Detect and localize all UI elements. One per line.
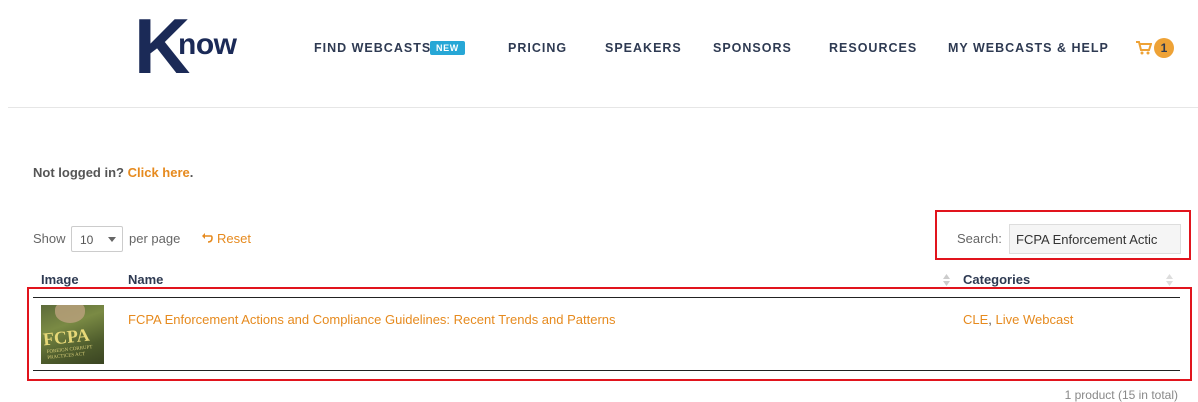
- chevron-down-icon: [108, 237, 116, 242]
- show-label: Show: [33, 231, 66, 246]
- category-link[interactable]: CLE: [963, 312, 988, 327]
- reset-label: Reset: [217, 231, 251, 246]
- sort-icon[interactable]: [1166, 274, 1173, 286]
- category-link[interactable]: Live Webcast: [996, 312, 1074, 327]
- column-header-image: Image: [41, 272, 79, 287]
- nav-my-webcasts-help-label: MY WEBCASTS & HELP: [948, 41, 1109, 55]
- login-link[interactable]: Click here: [128, 165, 190, 180]
- thumbnail-hand: [55, 305, 85, 323]
- site-header: K now FIND WEBCASTS NEW PRICING SPEAKERS…: [0, 0, 1198, 108]
- nav-speakers-label: SPEAKERS: [605, 41, 682, 55]
- per-page-label: per page: [129, 231, 181, 246]
- site-logo[interactable]: K now: [134, 7, 244, 85]
- product-thumbnail[interactable]: FCPA FOREIGN CORRUPT PRACTICES ACT: [41, 305, 104, 364]
- nav-pricing-label: PRICING: [508, 41, 568, 55]
- result-count: 1 product (15 in total): [1064, 388, 1178, 402]
- login-suffix: .: [189, 165, 194, 180]
- login-prompt-text: Not logged in?: [33, 165, 124, 180]
- result-highlight: [27, 287, 1192, 381]
- sort-icon[interactable]: [943, 274, 950, 286]
- search-input[interactable]: FCPA Enforcement Actic: [1009, 224, 1181, 254]
- column-header-categories[interactable]: Categories: [963, 272, 1030, 287]
- header-divider: [8, 107, 1198, 108]
- nav-resources-label: RESOURCES: [829, 41, 918, 55]
- undo-icon: [202, 233, 213, 243]
- nav-sponsors-label: SPONSORS: [713, 41, 792, 55]
- search-label: Search:: [957, 231, 1002, 246]
- table-footer-divider: [33, 370, 1180, 371]
- per-page-value: 10: [80, 233, 94, 247]
- reset-button[interactable]: Reset: [201, 231, 251, 246]
- search-input-value: FCPA Enforcement Actic: [1016, 232, 1158, 247]
- cart-count-badge: 1: [1154, 38, 1174, 58]
- nav-find-webcasts-label: FIND WEBCASTS: [314, 41, 432, 55]
- cart-icon: [1136, 41, 1152, 55]
- search-highlight: Search: FCPA Enforcement Actic: [935, 210, 1191, 260]
- product-name-link[interactable]: FCPA Enforcement Actions and Compliance …: [128, 312, 616, 327]
- new-badge: NEW: [430, 41, 465, 55]
- product-categories: CLE, Live Webcast: [963, 312, 1074, 327]
- login-prompt: Not logged in? Click here.: [33, 165, 193, 180]
- table-header-divider: [33, 297, 1180, 298]
- column-header-name[interactable]: Name: [128, 272, 163, 287]
- logo-now: now: [178, 28, 237, 61]
- per-page-select[interactable]: 10: [71, 226, 123, 252]
